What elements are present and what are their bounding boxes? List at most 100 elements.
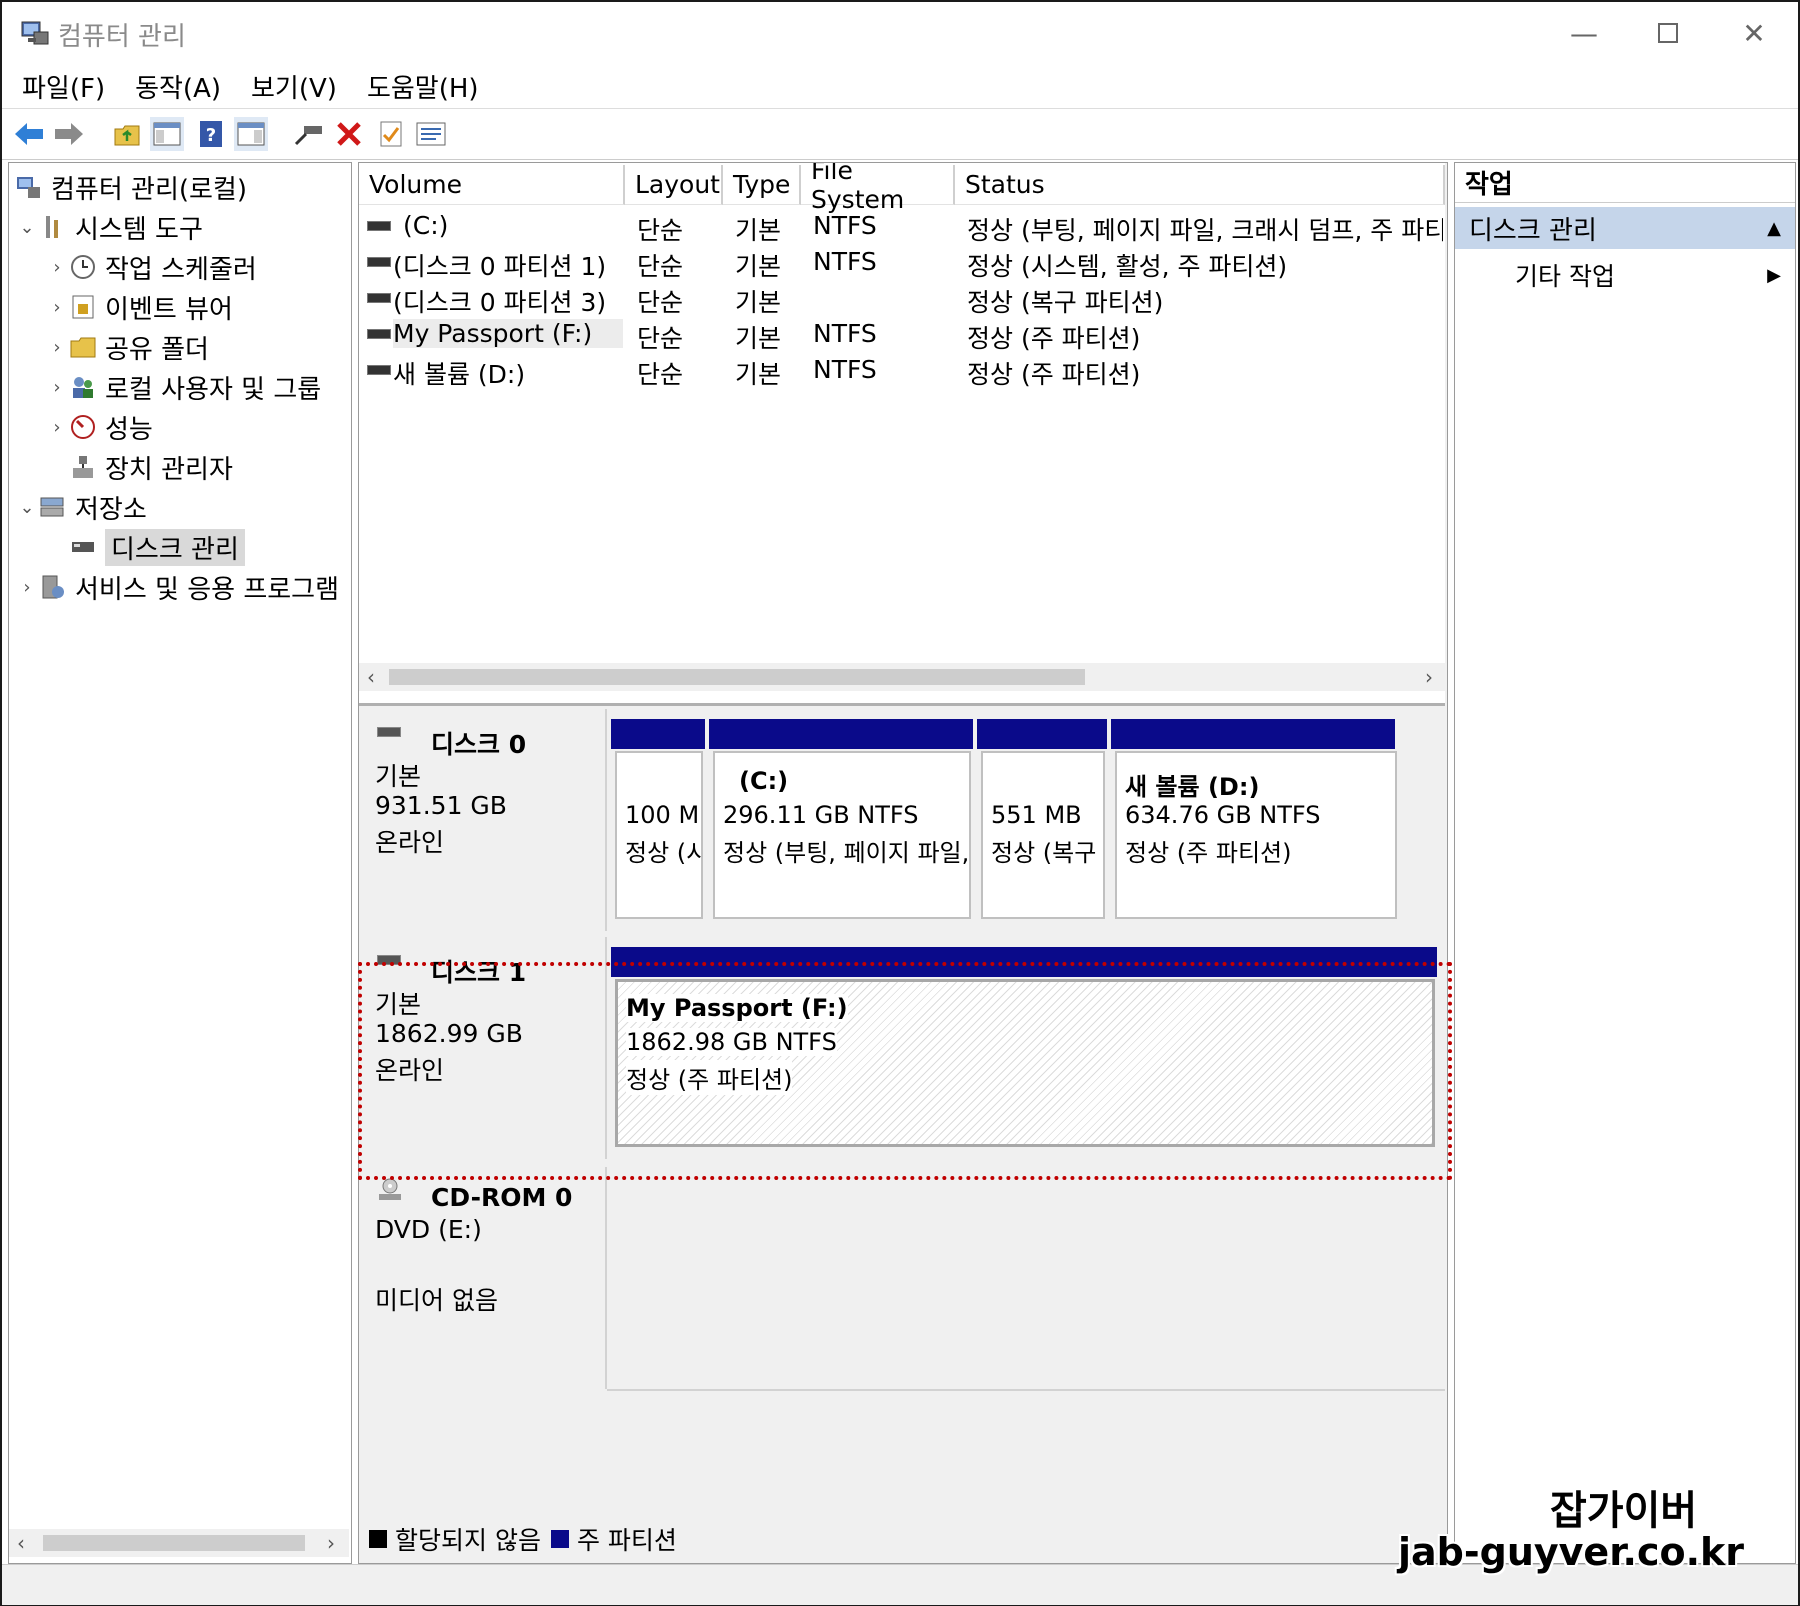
tools-icon	[39, 213, 67, 241]
action-group-disk-management[interactable]: 디스크 관리 ▲	[1455, 207, 1795, 249]
tree-task-scheduler[interactable]: › 작업 스케줄러	[45, 249, 256, 285]
minimize-button[interactable]: —	[1554, 10, 1614, 56]
volume-row[interactable]: My Passport (F:) 단순 기본 NTFS 정상 (주 파티션)	[359, 317, 1445, 353]
delete-icon	[337, 122, 361, 146]
partition-status: 정상 (시스템, 활성, 주 파티션)	[625, 839, 701, 867]
disk-name: CD-ROM 0	[431, 1183, 573, 1212]
chevron-right-icon[interactable]: ›	[45, 337, 69, 358]
delete-button[interactable]	[332, 117, 366, 151]
partition-bar	[611, 947, 1437, 977]
tree-label: 디스크 관리	[105, 528, 245, 566]
chevron-right-icon[interactable]: ›	[45, 417, 69, 438]
up-one-level-button[interactable]	[110, 117, 144, 151]
help-button[interactable]: ?	[194, 117, 228, 151]
volume-row[interactable]: (C:) 단순 기본 NTFS 정상 (부팅, 페이지 파일, 크래시 덤프, …	[359, 209, 1445, 245]
event-viewer-icon	[69, 293, 97, 321]
legend-swatch	[550, 1530, 569, 1548]
column-header-file-system[interactable]: File System	[801, 163, 955, 214]
chevron-right-icon[interactable]: ›	[45, 257, 69, 278]
legend-label: 주 파티션	[576, 1526, 677, 1555]
disk-1-label[interactable]: 디스크 1 기본 1862.99 GB 온라인	[359, 937, 607, 1159]
volume-list-scrollbar[interactable]: ‹ ›	[359, 663, 1445, 691]
tree-horizontal-scrollbar[interactable]: ‹ ›	[9, 1529, 349, 1557]
partition-bar	[1111, 719, 1395, 749]
scroll-right-icon[interactable]: ›	[327, 1531, 335, 1555]
cdrom-0-label[interactable]: CD-ROM 0 DVD (E:) 미디어 없음	[359, 1167, 607, 1389]
actions-header: 작업	[1455, 163, 1795, 203]
partition-body: 551 MB 정상 (복구 파티션)	[981, 751, 1105, 919]
tree-root[interactable]: 컴퓨터 관리(로컬)	[15, 169, 247, 205]
volume-name: (C:)	[403, 211, 449, 240]
partition-body: My Passport (F:) 1862.98 GB NTFS 정상 (주 파…	[615, 979, 1435, 1147]
volume-row[interactable]: 새 볼륨 (D:) 단순 기본 NTFS 정상 (주 파티션)	[359, 353, 1445, 389]
tree-disk-management[interactable]: 디스크 관리	[69, 528, 245, 566]
tree-performance[interactable]: › 성능	[45, 409, 152, 445]
close-icon: ✕	[1742, 16, 1766, 50]
partition-body: 새 볼륨 (D:) 634.76 GB NTFS 정상 (주 파티션)	[1115, 751, 1397, 919]
tree-device-manager[interactable]: 장치 관리자	[69, 449, 233, 485]
chevron-right-icon[interactable]: ›	[15, 577, 39, 598]
column-header-type[interactable]: Type	[723, 165, 801, 205]
column-header-layout[interactable]: Layout	[625, 165, 723, 205]
main-pane: Volume Layout Type File System Status (C…	[358, 162, 1448, 1564]
tree-root-label: 컴퓨터 관리(로컬)	[51, 174, 247, 205]
computer-management-icon	[20, 18, 50, 48]
volume-list: Volume Layout Type File System Status (C…	[359, 163, 1445, 706]
partition-bar	[611, 719, 705, 749]
tree-event-viewer[interactable]: › 이벤트 뷰어	[45, 289, 232, 325]
disk-state: 미디어 없음	[375, 1286, 498, 1315]
partition-status: 정상 (주 파티션)	[626, 1060, 793, 1095]
disk-kind: DVD (E:)	[375, 1215, 482, 1244]
check-icon	[380, 121, 402, 147]
disk-0-label[interactable]: 디스크 0 기본 931.51 GB 온라인	[359, 709, 607, 931]
partition-size: 296.11 GB NTFS	[723, 801, 919, 829]
properties-button[interactable]	[374, 117, 408, 151]
volume-name: My Passport (F:)	[393, 319, 623, 348]
svg-text:?: ?	[206, 125, 216, 146]
forward-button[interactable]	[52, 117, 86, 151]
partition-status: 정상 (복구 파티션)	[991, 839, 1103, 867]
column-header-volume[interactable]: Volume	[359, 165, 625, 205]
menu-action[interactable]: 동작(A)	[135, 68, 221, 105]
volume-row[interactable]: (디스크 0 파티션 1) 단순 기본 NTFS 정상 (시스템, 활성, 주 …	[359, 245, 1445, 281]
volume-fs: NTFS	[813, 319, 877, 348]
legend-label: 할당되지 않음	[395, 1526, 541, 1555]
chevron-down-icon[interactable]: ⌄	[15, 217, 39, 238]
volume-layout: 단순	[637, 360, 684, 389]
scroll-left-icon[interactable]: ‹	[17, 1531, 25, 1555]
volume-status: 정상 (주 파티션)	[967, 324, 1141, 353]
partition-title: 새 볼륨 (D:)	[1125, 773, 1260, 801]
shared-folder-icon	[69, 333, 97, 361]
tree-shared-folders[interactable]: › 공유 폴더	[45, 329, 209, 365]
tree-services[interactable]: › 서비스 및 응용 프로그램	[15, 569, 339, 605]
action-more[interactable]: 기타 작업 ▶	[1455, 255, 1795, 295]
toolbar: ?	[2, 108, 1798, 160]
tree-storage[interactable]: ⌄ 저장소	[15, 489, 147, 525]
scroll-right-icon[interactable]: ›	[1425, 665, 1433, 689]
menu-view[interactable]: 보기(V)	[251, 68, 337, 105]
menu-help[interactable]: 도움말(H)	[367, 68, 479, 105]
tree-local-users[interactable]: › 로컬 사용자 및 그룹	[45, 369, 321, 405]
volume-name: (디스크 0 파티션 1)	[393, 252, 607, 281]
chevron-right-icon[interactable]: ›	[45, 297, 69, 318]
collapse-triangle-icon[interactable]: ▲	[1767, 218, 1781, 239]
scroll-left-icon[interactable]: ‹	[367, 665, 375, 689]
chevron-right-icon[interactable]: ›	[45, 377, 69, 398]
show-hide-console-tree-button[interactable]	[150, 117, 184, 151]
column-header-status[interactable]: Status	[955, 165, 1445, 205]
scrollbar-thumb[interactable]	[43, 1535, 305, 1551]
back-button[interactable]	[12, 117, 46, 151]
console-tree: 컴퓨터 관리(로컬) ⌄ 시스템 도구 › 작업 스케줄러 › 이벤트 뷰어 ›…	[8, 162, 352, 1564]
show-hide-action-pane-button[interactable]	[234, 117, 268, 151]
tree-system-tools[interactable]: ⌄ 시스템 도구	[15, 209, 202, 245]
partition-size: 1862.98 GB NTFS	[626, 1028, 837, 1056]
maximize-button[interactable]	[1638, 10, 1698, 56]
menu-file[interactable]: 파일(F)	[22, 68, 105, 105]
connect-button[interactable]	[292, 117, 326, 151]
chevron-down-icon[interactable]: ⌄	[15, 497, 39, 518]
tree-label: 저장소	[75, 494, 147, 525]
close-button[interactable]: ✕	[1724, 10, 1784, 56]
volume-row[interactable]: (디스크 0 파티션 3) 단순 기본 정상 (복구 파티션)	[359, 281, 1445, 317]
list-view-button[interactable]	[414, 117, 448, 151]
scrollbar-thumb[interactable]	[389, 669, 1085, 685]
